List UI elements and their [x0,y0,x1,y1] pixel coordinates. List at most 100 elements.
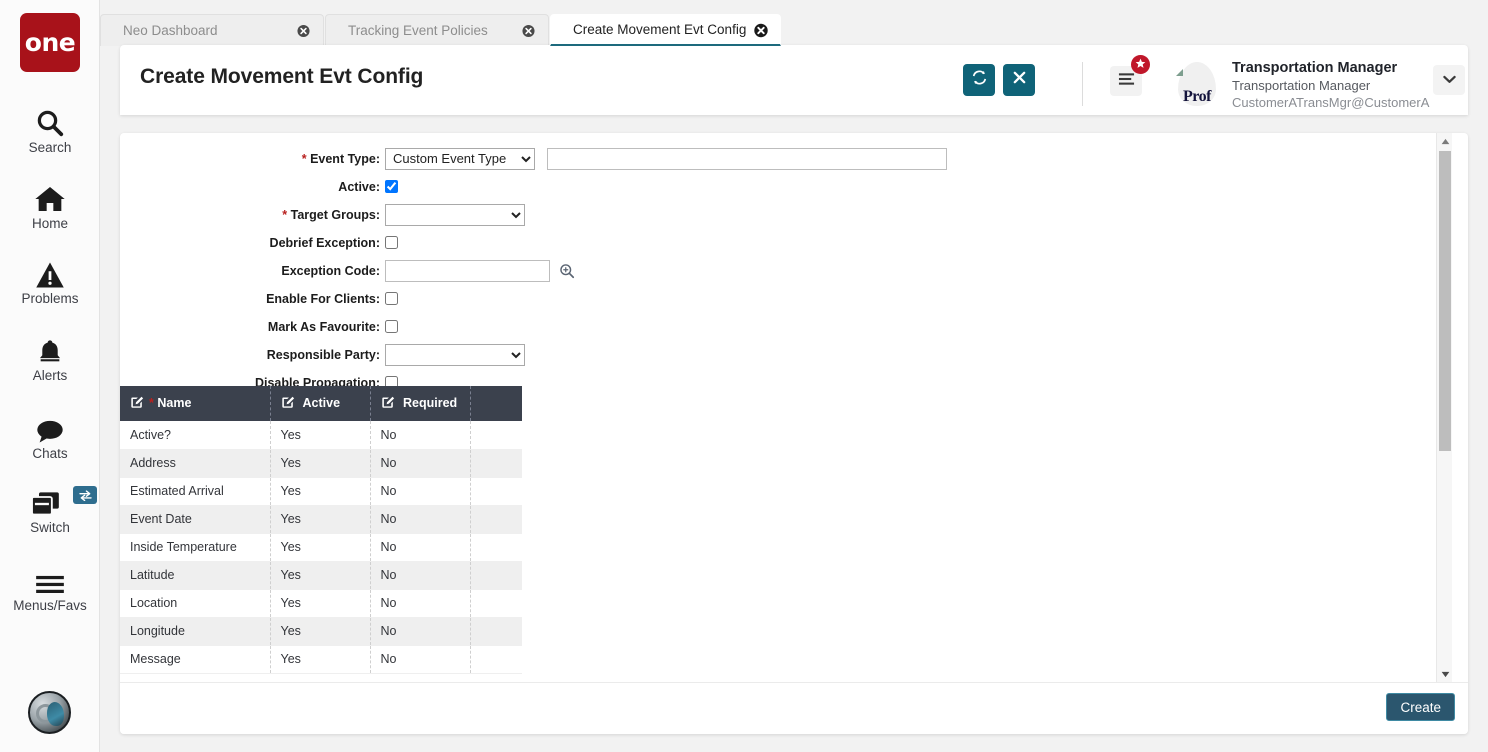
form-row-enable-for-clients: Enable For Clients: [120,287,980,310]
table-row[interactable]: Message Yes No [120,645,522,674]
table-row[interactable]: Inside Temperature Yes No [120,533,522,562]
user-email: CustomerATransMgr@CustomerA [1232,95,1430,110]
sidebar-item-chats[interactable]: Chats [0,410,100,461]
field-label: Responsible Party: [266,347,380,362]
tab-tracking-event-policies[interactable]: Tracking Event Policies [325,14,549,46]
tab-create-movement-evt-config[interactable]: Create Movement Evt Config [550,14,782,46]
refresh-icon [971,69,988,91]
content-scroll-area: * Event Type: Custom Event Type Active: … [120,133,1452,682]
table-row[interactable]: Active? Yes No [120,421,522,450]
table-row[interactable]: Latitude Yes No [120,561,522,590]
sidebar-item-switch[interactable]: Switch [0,484,100,535]
avatar[interactable]: Prof [1172,62,1222,108]
user-menu-button[interactable] [1433,65,1465,95]
table-row[interactable]: Estimated Arrival Yes No [120,477,522,506]
cell-spacer [470,449,522,478]
cell-name: Inside Temperature [120,533,271,562]
hamburger-menu-icon [1118,72,1135,91]
cell-required: No [370,505,471,534]
content-card: * Event Type: Custom Event Type Active: … [120,133,1468,734]
table-row[interactable]: Longitude Yes No [120,617,522,646]
tab-close-icon[interactable] [522,24,535,37]
close-button[interactable] [1003,64,1035,96]
column-header-required[interactable]: Required [370,386,471,421]
warning-triangle-icon [35,255,65,289]
windows-stack-icon [0,484,100,518]
cell-name: Address [120,449,271,478]
sidebar-item-label: Problems [21,291,79,306]
event-config-form: * Event Type: Custom Event Type Active: … [120,147,980,427]
attributes-table: * Name Active Required Active? Yes No Ad… [120,386,522,674]
cell-required: No [370,421,471,450]
create-button[interactable]: Create [1386,693,1455,721]
enable-for-clients-checkbox[interactable] [385,292,398,305]
event-type-select[interactable]: Custom Event Type [385,147,535,170]
cell-active: Yes [270,533,371,562]
sidebar-item-label: Switch [30,520,70,535]
triangle-up-icon [1441,133,1450,150]
debrief-exception-checkbox[interactable] [385,236,398,249]
sidebar-item-home[interactable]: Home [0,180,100,231]
left-nav-rail: one Search Home Problems Alerts Chats Sw… [0,0,100,752]
scrollbar-thumb[interactable] [1439,151,1451,451]
sidebar-item-alerts[interactable]: Alerts [0,332,100,383]
bell-icon [36,332,64,366]
scrollbar-down-arrow[interactable] [1437,666,1452,682]
close-x-icon [1012,70,1027,90]
brand-logo[interactable]: one [20,13,80,72]
cell-required: No [370,449,471,478]
sidebar-item-menus-favs[interactable]: Menus/Favs [0,562,100,613]
cell-active: Yes [270,477,371,506]
status-badge [1131,55,1150,74]
column-header-active[interactable]: Active [270,386,371,421]
target-groups-select[interactable] [385,203,525,226]
swap-arrows-icon[interactable] [73,486,97,504]
card-footer: Create [120,682,1468,734]
cell-required: No [370,561,471,590]
form-row-debrief-exception: Debrief Exception: [120,231,980,254]
sidebar-item-problems[interactable]: Problems [0,255,100,306]
column-label: Active [302,396,341,410]
tab-close-icon[interactable] [297,24,310,37]
form-row-target-groups: * Target Groups: [120,203,980,226]
form-row-event-type: * Event Type: Custom Event Type [120,147,980,170]
cell-required: No [370,645,471,674]
cell-active: Yes [270,505,371,534]
vertical-scrollbar[interactable] [1436,133,1452,682]
field-label: * Event Type: [301,151,380,166]
responsible-party-select[interactable] [385,343,525,366]
field-label: Exception Code: [281,263,380,278]
column-header-name[interactable]: * Name [120,386,271,421]
active-checkbox[interactable] [385,180,398,193]
attributes-grid: * Name Active Required Active? Yes No Ad… [120,386,522,674]
cell-spacer [470,477,522,506]
table-row[interactable]: Event Date Yes No [120,505,522,534]
cell-spacer [470,589,522,618]
tab-label: Tracking Event Policies [348,23,488,38]
exception-code-input[interactable] [385,259,550,282]
table-row[interactable]: Location Yes No [120,589,522,618]
header-divider [1082,62,1083,106]
cell-required: No [370,589,471,618]
form-row-responsible-party: Responsible Party: [120,343,980,366]
edit-pencil-icon [281,395,295,412]
cell-active: Yes [270,645,371,674]
ai-assistant-orb-icon[interactable] [28,691,71,734]
tab-close-icon[interactable] [754,23,769,37]
event-type-text-input[interactable] [547,147,947,170]
column-label: Required [402,396,458,410]
sidebar-item-label: Home [31,216,68,231]
cell-required: No [370,617,471,646]
scrollbar-up-arrow[interactable] [1437,133,1452,149]
required-asterisk: * [282,207,288,222]
refresh-button[interactable] [963,64,995,96]
cell-name: Longitude [120,617,271,646]
field-label: Mark As Favourite: [267,319,380,334]
cell-active: Yes [270,449,371,478]
magnifier-plus-icon[interactable] [559,263,575,279]
table-row[interactable]: Address Yes No [120,449,522,478]
form-row-mark-as-favourite: Mark As Favourite: [120,315,980,338]
mark-as-favourite-checkbox[interactable] [385,320,398,333]
tab-neo-dashboard[interactable]: Neo Dashboard [100,14,324,46]
sidebar-item-search[interactable]: Search [0,104,100,155]
